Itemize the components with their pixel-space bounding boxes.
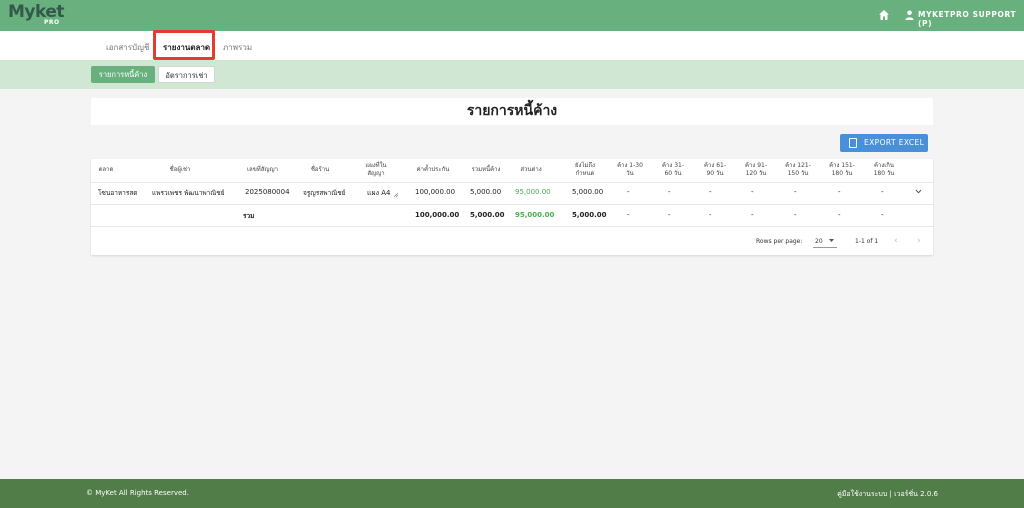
subtab-rental-rate[interactable]: อัตราการเช่า xyxy=(158,66,215,83)
cell-tenant: แพรวเพชร พัฒนาพาณิชย์ xyxy=(152,189,225,197)
subtab-outstanding-debts[interactable]: รายการหนี้ค้าง xyxy=(91,66,155,83)
cell-overdue-1-30: - xyxy=(627,188,630,196)
logo-sub-text: PRO xyxy=(44,19,60,26)
col-header-overdue-61-90: ค้าง 61- 90 วัน xyxy=(703,162,727,177)
col-header-overdue-180-plus: ค้างเกิน 180 วัน xyxy=(873,162,895,177)
col-header-overdue-151-180: ค้าง 151- 180 วัน xyxy=(829,162,855,177)
top-bar: Myket PRO MYKETPRO SUPPORT (P) xyxy=(0,0,1024,31)
total-overdue-91-120: - xyxy=(751,211,754,219)
app-logo[interactable]: Myket PRO xyxy=(8,2,65,26)
cell-total-debt: 5,000.00 xyxy=(470,188,502,196)
col-header-overdue-31-60: ค้าง 31- 60 วัน xyxy=(661,162,685,177)
total-deposit: 100,000.00 xyxy=(415,211,460,219)
cell-shop: จรูญรสพาณิชย์ xyxy=(303,189,346,197)
total-not-due: 5,000.00 xyxy=(572,211,607,219)
cell-not-due: 5,000.00 xyxy=(572,188,604,196)
col-header-overdue-1-30: ค้าง 1-30 วัน xyxy=(617,162,643,177)
active-tab-highlight xyxy=(153,30,215,60)
pagination-range: 1-1 of 1 xyxy=(855,238,879,245)
col-header-tenant: ชื่อผู้เช่า xyxy=(169,166,191,173)
resize-handle-icon xyxy=(393,192,399,198)
user-icon xyxy=(905,10,914,20)
cell-overdue-180-plus: - xyxy=(881,188,884,196)
col-header-overdue-91-120: ค้าง 91- 120 วัน xyxy=(744,162,768,177)
footer-copyright: © MyKet All Rights Reserved. xyxy=(86,489,189,497)
cell-overdue-121-150: - xyxy=(794,188,797,196)
tab-overview[interactable]: ภาพรวม xyxy=(223,41,252,54)
cell-contract: 2025080004 xyxy=(245,188,290,196)
footer-manual-version[interactable]: คู่มือใช้งานระบบ | เวอร์ชั่น 2.0.6 xyxy=(837,489,938,500)
dropdown-arrow-icon xyxy=(829,239,834,242)
cell-overdue-151-180: - xyxy=(838,188,841,196)
previous-page-icon[interactable]: ‹ xyxy=(894,236,898,246)
sub-tabs: รายการหนี้ค้าง อัตราการเช่า xyxy=(0,60,1024,89)
col-header-overdue-121-150: ค้าง 121- 150 วัน xyxy=(785,162,811,177)
rows-per-page-value: 20 xyxy=(815,238,823,245)
col-header-difference: ส่วนต่าง xyxy=(520,166,542,173)
total-overdue-121-150: - xyxy=(794,211,797,219)
col-header-deposit: ค่าค้ำประกัน xyxy=(416,166,450,173)
total-label: รวม xyxy=(243,212,255,220)
total-debt: 5,000.00 xyxy=(470,211,505,219)
page-title-card: รายการหนี้ค้าง xyxy=(91,98,933,125)
cell-difference: 95,000.00 xyxy=(515,188,551,196)
export-excel-button[interactable]: EXPORT EXCEL xyxy=(840,134,928,152)
chevron-down-icon[interactable] xyxy=(915,188,922,195)
col-header-contract: เลขที่สัญญา xyxy=(246,166,279,173)
total-difference: 95,000.00 xyxy=(515,211,555,219)
total-overdue-61-90: - xyxy=(709,211,712,219)
rows-per-page-label: Rows per page: xyxy=(756,238,803,245)
total-overdue-1-30: - xyxy=(627,211,630,219)
divider xyxy=(91,226,933,227)
tab-accounting-docs[interactable]: เอกสารบัญชี xyxy=(106,41,149,54)
user-menu-label[interactable]: MYKETPRO SUPPORT (P) xyxy=(918,10,1024,28)
col-header-not-due: ยังไม่ถึง กำหนด xyxy=(575,162,595,177)
footer: © MyKet All Rights Reserved. คู่มือใช้งา… xyxy=(0,479,1024,508)
page-title: รายการหนี้ค้าง xyxy=(466,103,558,119)
cell-overdue-31-60: - xyxy=(668,188,671,196)
home-icon[interactable] xyxy=(878,9,890,21)
total-overdue-151-180: - xyxy=(838,211,841,219)
cell-market: โซนอาหารสด xyxy=(98,189,138,197)
total-overdue-31-60: - xyxy=(668,211,671,219)
col-header-stall: แผงที่ใน สัญญา xyxy=(365,162,387,177)
next-page-icon[interactable]: › xyxy=(917,236,921,246)
col-header-total-debt: รวมหนี้ค้าง xyxy=(471,166,501,173)
divider xyxy=(91,182,933,183)
file-icon xyxy=(849,138,857,148)
cell-stall: แผง A4 xyxy=(367,189,391,197)
divider xyxy=(91,204,933,205)
cell-overdue-61-90: - xyxy=(709,188,712,196)
total-overdue-180-plus: - xyxy=(881,211,884,219)
col-header-shop: ชื่อร้าน xyxy=(310,166,330,173)
export-excel-label: EXPORT EXCEL xyxy=(864,138,925,147)
cell-deposit: 100,000.00 xyxy=(415,188,456,196)
cell-overdue-91-120: - xyxy=(751,188,754,196)
rows-per-page-select[interactable]: 20 xyxy=(813,234,837,248)
col-header-market: ตลาด xyxy=(98,166,114,173)
